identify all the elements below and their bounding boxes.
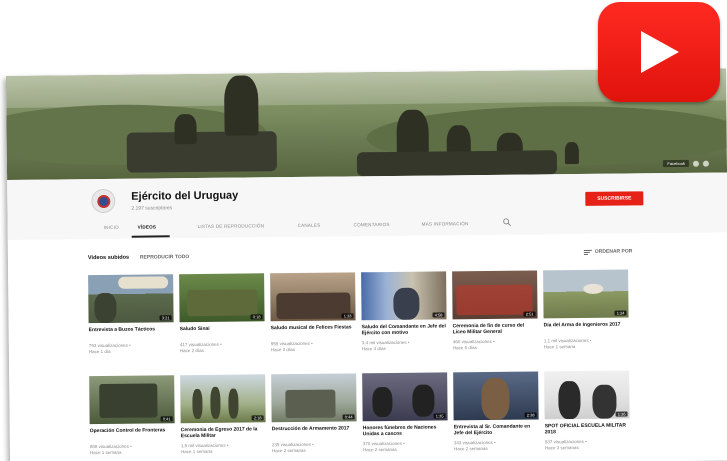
video-duration: 4:58 bbox=[432, 312, 445, 318]
video-card[interactable]: 2:38 Entrevista al Sr. Comandante en Jef… bbox=[453, 371, 539, 452]
video-age: Hace 1 semana bbox=[180, 448, 213, 455]
video-age: Hace 3 semanas bbox=[544, 445, 579, 451]
video-age: Hace 2 semanas bbox=[453, 445, 488, 452]
channel-avatar[interactable] bbox=[91, 188, 116, 214]
video-card[interactable]: 2:51 Ceremonia de fin de curso del Liceo… bbox=[452, 270, 538, 351]
video-thumbnail[interactable]: 0:18 bbox=[179, 273, 265, 323]
sort-button[interactable]: ORDENAR POR bbox=[583, 248, 633, 255]
video-title[interactable]: Ceremonia de fin de curso del Liceo Mili… bbox=[453, 322, 538, 336]
active-tab-indicator bbox=[131, 235, 170, 238]
tab-playlists[interactable]: LISTAS DE REPRODUCCIÓN bbox=[198, 223, 265, 229]
banner-social-links: Facebook bbox=[663, 159, 709, 168]
video-age: Hace 4 días bbox=[361, 346, 386, 352]
video-duration: 1:24 bbox=[614, 310, 627, 316]
video-title[interactable]: Entrevista al Sr. Comandante en Jefe del… bbox=[454, 423, 539, 437]
social-icon[interactable] bbox=[692, 160, 699, 167]
video-duration: 1:35 bbox=[433, 413, 446, 419]
video-age: Hace 2 semanas bbox=[362, 446, 397, 453]
video-card[interactable]: 1:35 Honores fúnebres de Naciones Unidas… bbox=[362, 372, 448, 453]
video-card[interactable]: 0:41 Operación Control de Fronteras 888 … bbox=[89, 375, 175, 456]
subscribe-button[interactable]: SUSCRIBIRSE bbox=[585, 191, 644, 206]
video-thumbnail[interactable]: 1:35 bbox=[362, 372, 448, 422]
play-icon bbox=[641, 31, 679, 73]
video-duration: 2:18 bbox=[251, 415, 264, 421]
tab-comments[interactable]: COMENTARIOS bbox=[354, 222, 390, 227]
tab-inicio[interactable]: INICIO bbox=[104, 225, 119, 230]
video-duration: 1:33 bbox=[341, 313, 354, 319]
video-age: Hace 1 día bbox=[88, 348, 111, 355]
play-all-link[interactable]: REPRODUCIR TODO bbox=[140, 254, 189, 261]
video-card[interactable]: 0:44 Destrucción de Armamento 2017 235 v… bbox=[271, 373, 357, 454]
tab-channels[interactable]: CANALES bbox=[298, 223, 321, 228]
subscriber-count: 2.197 suscriptores bbox=[131, 205, 173, 212]
video-card[interactable]: 2:18 Ceremonia de Egreso 2017 de la Escu… bbox=[180, 374, 266, 455]
facebook-link[interactable]: Facebook bbox=[663, 159, 689, 168]
video-duration: 2:38 bbox=[524, 412, 537, 418]
video-thumbnail[interactable]: 0:44 bbox=[271, 373, 357, 423]
video-duration: 0:44 bbox=[342, 414, 355, 420]
video-title[interactable]: Destrucción de Armamento 2017 bbox=[272, 425, 357, 439]
youtube-channel-page: Facebook Ejército del Uruguay 2.197 susc… bbox=[6, 68, 727, 461]
video-thumbnail[interactable]: 2:38 bbox=[453, 371, 539, 421]
sort-icon bbox=[583, 249, 592, 255]
search-icon[interactable] bbox=[503, 218, 512, 227]
video-age: Hace 6 días bbox=[452, 345, 477, 351]
videos-section: Videos subidos REPRODUCIR TODO ORDENAR P… bbox=[7, 232, 727, 461]
channel-name[interactable]: Ejército del Uruguay bbox=[131, 190, 238, 203]
video-duration: 0:18 bbox=[250, 314, 263, 320]
video-age: Hace 2 días bbox=[179, 347, 204, 354]
video-thumbnail[interactable]: 1:36 bbox=[544, 370, 630, 420]
social-icon[interactable] bbox=[702, 160, 709, 167]
video-title[interactable]: Honores fúnebres de Naciones Unidas a ca… bbox=[363, 424, 448, 438]
video-card[interactable]: 1:24 Día del Arma de Ingenieros 2017 1,1… bbox=[543, 269, 629, 350]
video-age: Hace 2 semanas bbox=[271, 447, 306, 454]
video-title[interactable]: Entrevista a Buzos Tácticos bbox=[89, 326, 174, 340]
video-age: Hace 3 días bbox=[270, 346, 295, 353]
video-card[interactable]: 4:58 Saludo del Comandante en Jefe del E… bbox=[361, 271, 447, 352]
youtube-logo bbox=[598, 2, 720, 102]
video-thumbnail[interactable]: 2:18 bbox=[180, 374, 266, 424]
video-title[interactable]: Operación Control de Fronteras bbox=[90, 427, 175, 441]
video-card[interactable]: 0:18 Saludo Sinai 417 visualizaciones • H… bbox=[179, 273, 265, 354]
tab-videos[interactable]: VÍDEOS bbox=[138, 224, 157, 229]
section-title: Videos subidos bbox=[87, 254, 130, 262]
video-duration: 3:21 bbox=[159, 315, 172, 321]
video-age: Hace 1 semana bbox=[543, 344, 576, 350]
video-thumbnail[interactable]: 0:41 bbox=[89, 375, 175, 425]
video-title[interactable]: Ceremonia de Egreso 2017 de la Escuela M… bbox=[181, 426, 266, 440]
video-thumbnail[interactable]: 4:58 bbox=[361, 271, 447, 321]
video-card[interactable]: 1:33 Saludo musical de Felices Fiestas 9… bbox=[270, 272, 356, 353]
video-duration: 1:36 bbox=[615, 411, 628, 417]
army-emblem-icon bbox=[96, 194, 110, 208]
video-card[interactable]: 3:21 Entrevista a Buzos Tácticos 793 vis… bbox=[88, 274, 174, 355]
video-title[interactable]: Saludo Sinai bbox=[180, 325, 265, 339]
video-duration: 2:51 bbox=[523, 311, 536, 317]
tab-about[interactable]: MÁS INFORMACIÓN bbox=[422, 221, 469, 226]
video-duration: 0:41 bbox=[160, 416, 173, 422]
video-thumbnail[interactable]: 2:51 bbox=[452, 270, 538, 320]
video-card[interactable]: 1:36 SPOT OFICIAL ESCUELA MILITAR 2018 9… bbox=[544, 370, 630, 451]
video-title[interactable]: SPOT OFICIAL ESCUELA MILITAR 2018 bbox=[545, 422, 630, 436]
video-thumbnail[interactable]: 1:33 bbox=[270, 272, 356, 322]
video-age: Hace 1 semana bbox=[89, 449, 122, 456]
sort-label: ORDENAR POR bbox=[594, 248, 633, 255]
video-title[interactable]: Saludo musical de Felices Fiestas bbox=[271, 324, 356, 338]
video-title[interactable]: Día del Arma de Ingenieros 2017 bbox=[544, 321, 629, 335]
video-title[interactable]: Saludo del Comandante en Jefe del Ejérci… bbox=[362, 323, 447, 337]
video-thumbnail[interactable]: 1:24 bbox=[543, 269, 629, 319]
video-thumbnail[interactable]: 3:21 bbox=[88, 274, 174, 324]
